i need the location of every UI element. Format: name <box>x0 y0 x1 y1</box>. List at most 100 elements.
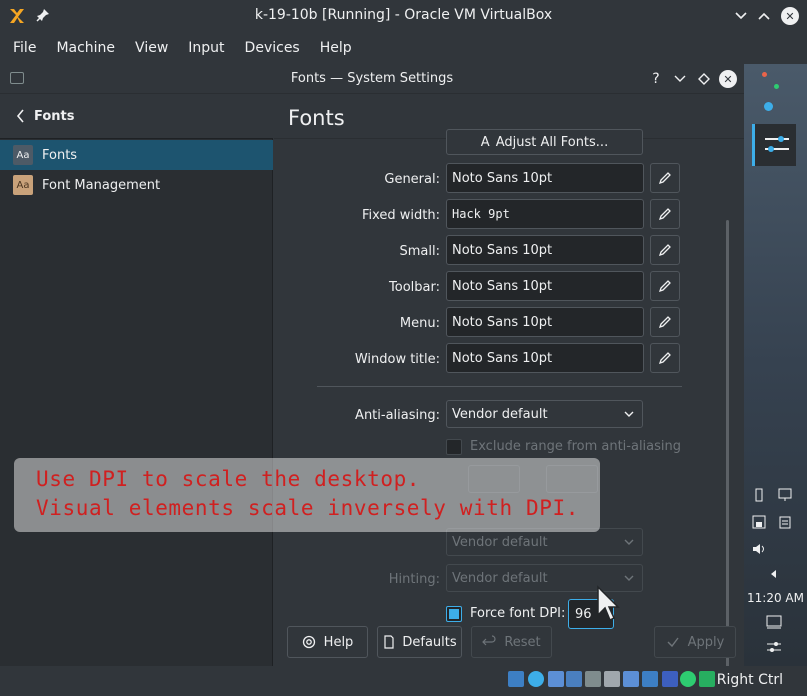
toolbar-edit-button[interactable] <box>650 271 680 301</box>
task-system-settings[interactable] <box>752 124 796 166</box>
toolbar-font-field: Noto Sans 10pt <box>446 271 644 301</box>
help-button[interactable]: Help <box>287 626 368 658</box>
adjust-all-fonts-button[interactable]: A Adjust All Fonts... <box>446 129 643 155</box>
volume-icon[interactable] <box>752 542 766 556</box>
chevron-down-icon <box>624 539 634 545</box>
menu-devices[interactable]: Devices <box>238 40 307 56</box>
menu-edit-button[interactable] <box>650 307 680 337</box>
mouse-cursor-icon <box>597 585 620 622</box>
sidebar-item-label: Fonts <box>42 147 78 163</box>
menu-help[interactable]: Help <box>313 40 359 56</box>
font-icon: Aa <box>13 145 33 165</box>
hard-disk-status-icon[interactable] <box>508 671 524 687</box>
subpixel-combo[interactable]: Vendor default <box>446 528 643 556</box>
sidebar-title: Fonts <box>34 109 75 124</box>
settings-window-title: Fonts — System Settings <box>290 71 454 86</box>
sidebar-item-font-management[interactable]: Aa Font Management <box>0 170 273 200</box>
vbox-statusbar: Right Ctrl <box>0 666 807 696</box>
pencil-icon <box>658 172 671 185</box>
shared-folders-status-icon[interactable] <box>604 671 620 687</box>
network-status-icon[interactable] <box>566 671 582 687</box>
show-desktop-icon[interactable] <box>766 614 782 630</box>
vbox-menubar: File Machine View Input Devices Help <box>0 32 807 64</box>
menu-file[interactable]: File <box>6 40 43 56</box>
usb-status-icon[interactable] <box>585 671 601 687</box>
disk-icon[interactable] <box>752 515 766 529</box>
help-lifebuoy-icon <box>302 635 315 649</box>
keep-above-icon[interactable] <box>694 69 714 89</box>
guest-additions-status-icon[interactable] <box>680 671 696 687</box>
sidebar-item-fonts[interactable]: Aa Fonts <box>0 140 273 170</box>
window-title-font-field: Noto Sans 10pt <box>446 343 644 373</box>
clock[interactable]: 11:20 AM <box>744 591 807 605</box>
exclude-range-checkbox[interactable] <box>446 439 462 455</box>
antialiasing-value: Vendor default <box>452 406 548 422</box>
audio-status-icon[interactable] <box>548 671 564 687</box>
settings-titlebar: Fonts — System Settings ? ✕ <box>0 64 744 94</box>
settings-main: Fonts A Adjust All Fonts... General: Not… <box>274 94 744 668</box>
fixed-width-font-field: Hack 9pt <box>446 199 644 229</box>
close-icon[interactable]: ✕ <box>781 7 799 25</box>
pencil-icon <box>658 280 671 293</box>
apply-button[interactable]: Apply <box>654 626 736 658</box>
recording-status-icon[interactable] <box>642 671 658 687</box>
general-label: General: <box>384 172 440 187</box>
menu-machine[interactable]: Machine <box>49 40 122 56</box>
settings-sliders-icon <box>765 136 789 152</box>
reset-button[interactable]: Reset <box>471 626 552 658</box>
minimize-icon[interactable] <box>670 69 690 89</box>
exclude-range-label: Exclude range from anti-aliasing <box>470 439 682 454</box>
adjust-all-fonts-label: Adjust All Fonts... <box>495 134 609 150</box>
subpixel-value: Vendor default <box>452 534 548 550</box>
menu-view[interactable]: View <box>128 40 175 56</box>
defaults-button[interactable]: Defaults <box>377 626 462 658</box>
help-icon[interactable]: ? <box>646 69 666 89</box>
window-title-edit-button[interactable] <box>650 343 680 373</box>
optical-drive-status-icon[interactable] <box>528 671 544 687</box>
document-defaults-icon <box>384 635 394 649</box>
host-key-label: Right Ctrl <box>716 672 783 688</box>
application-launcher-icon[interactable] <box>760 70 788 111</box>
section-divider <box>317 386 682 387</box>
general-font-field: Noto Sans 10pt <box>446 163 644 193</box>
general-edit-button[interactable] <box>650 163 680 193</box>
pencil-icon <box>658 244 671 257</box>
sidebar-header: Fonts <box>0 94 273 139</box>
font-adjust-icon: A <box>480 134 490 150</box>
chevron-down-icon <box>624 575 634 581</box>
vtx-status-icon[interactable] <box>662 671 678 687</box>
sidebar-item-label: Font Management <box>42 177 161 193</box>
hinting-value: Vendor default <box>452 570 548 586</box>
display-status-icon[interactable] <box>623 671 639 687</box>
clipboard-icon[interactable] <box>778 515 792 529</box>
small-label: Small: <box>399 244 441 259</box>
scrollbar[interactable] <box>726 220 729 668</box>
help-button-label: Help <box>323 634 354 650</box>
defaults-button-label: Defaults <box>402 634 457 650</box>
pencil-icon <box>658 208 671 221</box>
antialiasing-label: Anti-aliasing: <box>355 408 440 423</box>
back-arrow-icon[interactable] <box>14 107 28 125</box>
usb-device-icon[interactable] <box>752 488 766 502</box>
settings-sidebar: Fonts Aa Fonts Aa Font Management <box>0 94 273 666</box>
menu-input[interactable]: Input <box>181 40 231 56</box>
font-management-icon: Aa <box>13 175 33 195</box>
apply-button-label: Apply <box>687 634 725 650</box>
close-icon[interactable]: ✕ <box>719 70 737 88</box>
force-dpi-label: Force font DPI: <box>470 606 566 621</box>
vbox-titlebar: k-19-10b [Running] - Oracle VM VirtualBo… <box>0 0 807 32</box>
expand-tray-icon[interactable] <box>768 568 780 580</box>
host-key-arrow-icon[interactable] <box>699 671 715 687</box>
fixed-width-edit-button[interactable] <box>650 199 680 229</box>
display-icon[interactable] <box>778 488 792 502</box>
antialiasing-combo[interactable]: Vendor default <box>446 400 643 428</box>
force-dpi-checkbox[interactable] <box>446 606 462 622</box>
minimize-icon[interactable] <box>731 6 751 26</box>
panel-settings-icon[interactable] <box>766 640 782 654</box>
small-edit-button[interactable] <box>650 235 680 265</box>
checkmark-icon <box>667 637 679 648</box>
maximize-icon[interactable] <box>754 6 774 26</box>
toolbar-label: Toolbar: <box>389 280 440 295</box>
vbox-window-title: k-19-10b [Running] - Oracle VM VirtualBo… <box>254 7 553 23</box>
pencil-icon <box>658 316 671 329</box>
